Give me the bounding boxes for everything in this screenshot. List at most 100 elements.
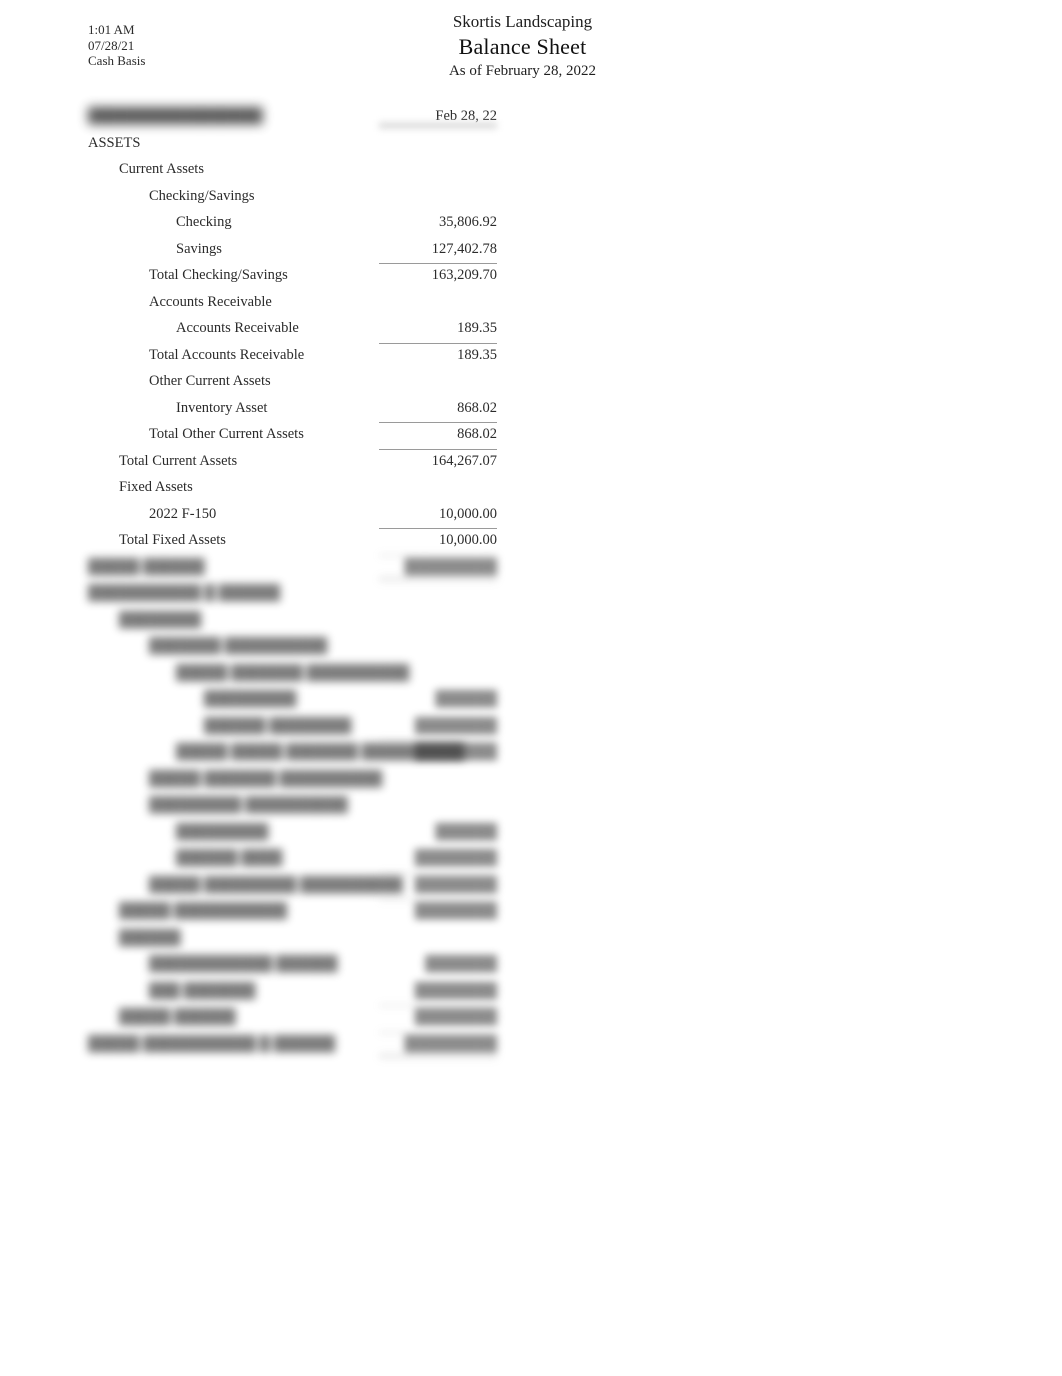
table-row: Total Other Current Assets 868.02 [0,422,1062,449]
table-row: Total Fixed Assets 10,000.00 [0,528,1062,555]
page-title: Balance Sheet [458,34,587,59]
table-row: █████ ███████ ██████████ [0,661,1062,688]
table-row: Total Accounts Receivable 189.35 [0,342,1062,370]
row-label: Total Accounts Receivable [149,346,305,363]
table-row: Accounts Receivable [0,290,1062,317]
table-row: █████ ███████████ ████████ [0,899,1062,926]
redacted-row-label: ███ ███████ [149,982,256,999]
redacted-row-amount: ████████ [327,872,497,895]
table-row: ███████████ █ ██████ [0,581,1062,608]
redacted-row-label: █████ ███████ ██████████ [176,664,410,681]
table-row: Other Current Assets [0,369,1062,396]
row-label: Total Checking/Savings [149,267,288,283]
table-row: Total Checking/Savings 163,209.70 [0,263,1062,290]
table-header-row: █████████████████ Feb 28, 22 [0,104,1062,131]
row-amount: 127,402.78 [431,240,497,257]
table-row: Savings 127,402.78 [0,237,1062,264]
table-row: ██████ ████ ████████ [0,846,1062,873]
table-row: Fixed Assets [0,475,1062,502]
redacted-row-label: █████ ██████ [119,1009,236,1025]
redacted-row-amount: ████████ [414,850,497,866]
table-row: █████ █████ ███████ ██████████ ████████ [0,740,1062,767]
redacted-row-amount: ████████ [414,982,497,999]
redacted-row-label: ███████ ██████████ [149,638,328,654]
table-row: █████████ ██████████ [0,793,1062,820]
row-label: Accounts Receivable [149,293,272,310]
table-row: █████ ██████ ████████ [0,1005,1062,1032]
row-label: Accounts Receivable [176,320,299,336]
row-amount: 164,267.07 [327,448,497,471]
report-title-block: Skortis Landscaping Balance Sheet As of … [300,10,745,82]
table-row: Inventory Asset 868.02 [0,396,1062,423]
balance-sheet-table: █████████████████ Feb 28, 22 ASSETS Curre… [0,104,1062,1058]
row-label: ASSETS [88,134,141,151]
row-label: Fixed Assets [119,479,193,495]
row-label: Other Current Assets [149,373,271,389]
table-row: █████ █████████ ██████████ ████████ [0,872,1062,900]
row-label: Current Assets [119,161,204,177]
row-amount: 10,000.00 [439,505,497,522]
row-amount: 35,806.92 [439,214,497,230]
redacted-row-label: █████ ███████████ █ ██████ [88,1035,336,1052]
row-label: Savings [176,240,222,257]
company-name: Skortis Landscaping [452,12,593,31]
row-label: Checking/Savings [149,187,255,204]
table-row: █████ ███████ ██████████ [0,767,1062,794]
table-row: ███████ ██████████ [0,634,1062,661]
report-meta: 1:01 AM 07/28/21 Cash Basis [88,22,145,69]
table-row: Accounts Receivable 189.35 [0,316,1062,343]
row-label: Total Current Assets [119,452,238,469]
redacted-row-amount: ██████ [435,823,497,840]
redacted-row-label: █████████ [204,691,297,707]
report-basis: Cash Basis [88,53,146,69]
table-row: Total Current Assets 164,267.07 [0,448,1062,476]
redacted-row-amount: ███████ [425,956,497,972]
report-time: 1:01 AM [88,22,135,37]
redacted-row-amount: █████████ [327,554,497,581]
redacted-row-amount: ████████ [327,899,497,921]
row-amount: 868.02 [327,422,497,444]
redacted-row-label: █████ ███████ ██████████ [149,770,383,787]
row-amount: 163,209.70 [327,263,497,285]
table-row: █████ ██████ █████████ [0,554,1062,582]
redacted-row-label: ███████████ █ ██████ [88,585,281,601]
table-row: ██████ ████████ ████████ [0,714,1062,741]
row-amount: 189.35 [327,342,497,365]
redacted-row-label: ██████ [119,929,181,946]
row-amount: 868.02 [457,399,497,416]
redacted-row-amount: █████████ [327,1031,497,1058]
table-row: █████ ███████████ █ ██████ █████████ [0,1031,1062,1059]
redacted-row-label: █████ ██████ [88,558,205,575]
redacted-row-amount: ████████ [327,1005,497,1027]
row-label: 2022 F-150 [149,505,217,522]
table-row: Checking 35,806.92 [0,210,1062,237]
table-row: 2022 F-150 10,000.00 [0,502,1062,529]
header-underline [379,122,497,129]
redacted-row-label: ████████ [119,611,202,628]
redacted-row-label: █████ ███████████ [119,903,287,919]
report-date: 07/28/21 [88,37,135,53]
report-period: As of February 28, 2022 [448,63,597,79]
redacted-row-amount: ██████ [435,691,497,707]
balance-sheet-page: 1:01 AM 07/28/21 Cash Basis Skortis Land… [0,0,1062,1376]
table-row: Current Assets [0,157,1062,184]
row-amount: 10,000.00 [327,528,497,550]
redacted-row-label: ████████████ ██████ [149,956,338,972]
table-row: ██████ [0,926,1062,953]
row-label: Inventory Asset [176,399,268,416]
table-row: ████████ [0,608,1062,635]
row-label: Total Other Current Assets [149,426,304,442]
table-row: █████████ ██████ [0,820,1062,847]
table-row: Checking/Savings [0,184,1062,211]
table-row: █████████ ██████ [0,687,1062,714]
row-amount: 189.35 [457,320,497,336]
table-body: ASSETS Current Assets Checking/Savings Chec… [0,131,1062,1059]
redacted-row-amount: ████████ [414,717,497,734]
row-label: Checking [176,214,232,230]
table-row: ███ ███████ ████████ [0,979,1062,1006]
row-label: Total Fixed Assets [119,532,226,548]
redacted-row-label: █████████ [176,823,269,840]
redacted-row-label: █████████ ██████████ [149,797,348,813]
redacted-row-label: ██████ ████ [176,850,283,866]
table-row: ASSETS [0,131,1062,158]
